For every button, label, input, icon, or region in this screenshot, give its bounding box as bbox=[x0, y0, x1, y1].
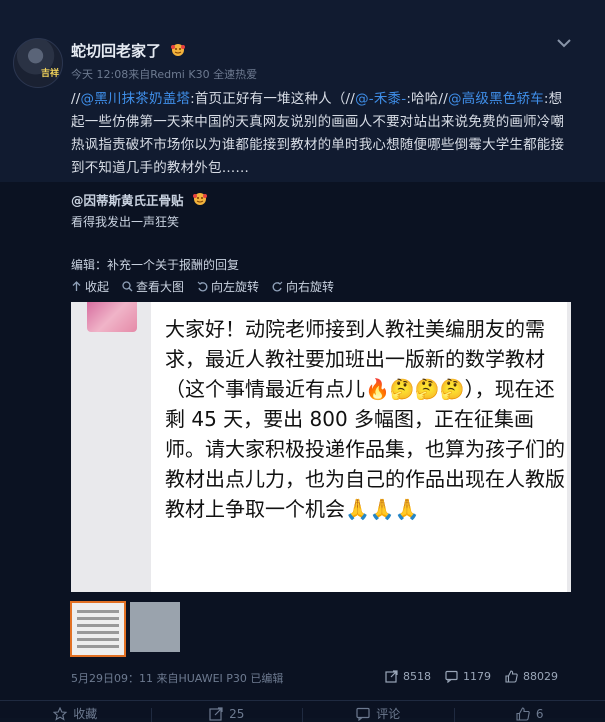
comment-count-button[interactable]: 1179 bbox=[445, 670, 491, 683]
favorite-label: 收藏 bbox=[73, 705, 97, 722]
rotate-left-icon bbox=[197, 281, 208, 292]
rotate-right-icon bbox=[272, 281, 283, 292]
comment-icon bbox=[356, 707, 370, 721]
mention-link[interactable]: @-禾黍- bbox=[355, 91, 406, 107]
comment-count: 1179 bbox=[463, 670, 491, 683]
post-meta: 今天 12:08来自Redmi K30 全速热爱 bbox=[71, 66, 257, 82]
rotate-left-button[interactable]: 向左旋转 bbox=[197, 278, 259, 295]
mention-link[interactable]: @黑川抹茶奶盖塔 bbox=[81, 91, 191, 107]
weibo-card: 吉祥 蛇切回老家了 今天 12:08来自Redmi K30 全速热爱 //@黑川… bbox=[0, 0, 605, 718]
mention-link[interactable]: @高级黑色轿车 bbox=[448, 91, 544, 107]
search-icon bbox=[122, 281, 133, 292]
repost-count: 8518 bbox=[403, 670, 431, 683]
post-image[interactable]: 大家好！动院老师接到人教社美编朋友的需求，最近人教社要加班出一版新的数学教材（这… bbox=[71, 302, 571, 592]
repost-stats: 8518 1179 88029 bbox=[385, 670, 558, 683]
badge-icon bbox=[192, 192, 208, 206]
like-count-button[interactable]: 88029 bbox=[505, 670, 558, 683]
collapse-label: 收起 bbox=[85, 278, 109, 295]
image-text: 大家好！动院老师接到人教社美编朋友的需求，最近人教社要加班出一版新的数学教材（这… bbox=[165, 314, 565, 524]
thumbs-up-icon bbox=[516, 707, 530, 721]
comment-label: 评论 bbox=[376, 705, 400, 722]
comment-icon bbox=[445, 670, 458, 683]
thumbs-up-icon bbox=[505, 670, 518, 683]
repost-username[interactable]: @因蒂斯黄氏正骨贴 bbox=[71, 190, 208, 209]
repost-meta: 5月29日09：11 来自HUAWEI P30 已编辑 bbox=[71, 670, 283, 686]
avatar[interactable]: 吉祥 bbox=[13, 38, 63, 88]
rotate-right-button[interactable]: 向右旋转 bbox=[272, 278, 334, 295]
share-icon bbox=[209, 707, 223, 721]
edit-note: 编辑：补充一个关于报酬的回复 bbox=[71, 256, 239, 273]
thumbnail-2[interactable] bbox=[130, 602, 180, 652]
collapse-button[interactable]: 收起 bbox=[71, 278, 109, 295]
thumbnail-strip bbox=[71, 602, 180, 656]
repost-count-button[interactable]: 8518 bbox=[385, 670, 431, 683]
sender-avatar-image bbox=[87, 302, 137, 332]
star-icon bbox=[53, 707, 67, 721]
username-text: 蛇切回老家了 bbox=[71, 42, 161, 60]
badge-icon bbox=[170, 43, 186, 57]
thumbnail-1[interactable] bbox=[71, 602, 125, 656]
rotate-right-label: 向右旋转 bbox=[286, 278, 334, 295]
text-fragment: :首页正好有一堆这种人（// bbox=[190, 91, 355, 107]
text-fragment: :哈哈// bbox=[406, 91, 448, 107]
repost-button[interactable]: 25 bbox=[152, 701, 303, 719]
repost-label: 25 bbox=[229, 707, 244, 721]
thumbnail-content bbox=[77, 610, 119, 652]
arrow-up-icon bbox=[71, 281, 82, 292]
rotate-left-label: 向左旋转 bbox=[211, 278, 259, 295]
image-toolbar: 收起 查看大图 向左旋转 向右旋转 bbox=[71, 278, 334, 295]
username[interactable]: 蛇切回老家了 bbox=[71, 40, 186, 61]
like-button[interactable]: 6 bbox=[455, 701, 605, 719]
action-bar: 收藏 25 评论 6 bbox=[0, 700, 605, 719]
chevron-down-icon[interactable] bbox=[555, 34, 573, 52]
text-fragment: // bbox=[71, 91, 81, 107]
repost-username-text: @因蒂斯黄氏正骨贴 bbox=[71, 193, 184, 208]
comment-button[interactable]: 评论 bbox=[303, 701, 454, 719]
share-icon bbox=[385, 670, 398, 683]
repost-text: 看得我发出一声狂笑 bbox=[71, 213, 179, 230]
avatar-label: 吉祥 bbox=[41, 66, 59, 79]
favorite-button[interactable]: 收藏 bbox=[0, 701, 151, 719]
view-large-button[interactable]: 查看大图 bbox=[122, 278, 184, 295]
post-text: //@黑川抹茶奶盖塔:首页正好有一堆这种人（//@-禾黍-:哈哈//@高级黑色轿… bbox=[71, 88, 571, 180]
like-count: 88029 bbox=[523, 670, 558, 683]
view-large-label: 查看大图 bbox=[136, 278, 184, 295]
like-label: 6 bbox=[536, 707, 544, 721]
